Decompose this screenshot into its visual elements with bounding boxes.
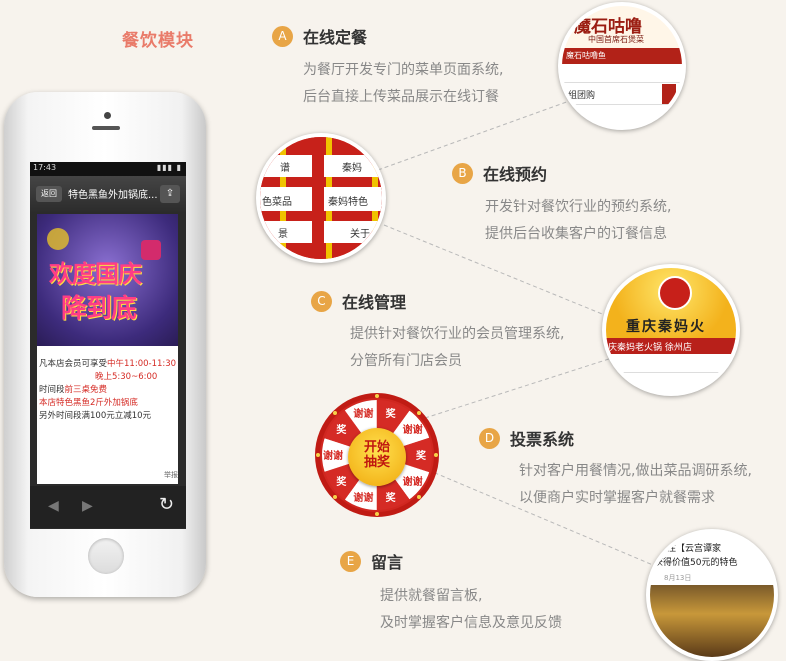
promo-text-line: 时间段前三桌免费 xyxy=(39,385,108,395)
bubble-e-line1: 关注【云宫谭家 xyxy=(658,544,722,554)
home-button[interactable] xyxy=(88,538,124,574)
bubble-e-line2: 获得价值50元的特色 xyxy=(654,558,738,568)
promo-text-line: 另外时间段满100元立减10元 xyxy=(39,411,152,421)
bubble-b-cell-5: 景 xyxy=(278,229,288,240)
feature-b-badge: B xyxy=(452,162,473,184)
share-icon[interactable]: ⇪ xyxy=(160,185,180,203)
bubble-e-date: 8月13日 xyxy=(664,574,692,582)
bubble-b-cell-6: 关于 xyxy=(350,229,370,240)
wheel-slice-label: 谢谢 xyxy=(403,423,423,436)
bubble-c-brand: 重庆秦妈火 xyxy=(626,319,706,335)
feature-c-desc-1: 提供针对餐饮行业的会员管理系统, xyxy=(350,326,565,342)
phone-nav-bar: 返回 特色黑鱼外加锅底... ⇪ xyxy=(30,176,186,212)
feature-a-badge: A xyxy=(272,25,293,47)
bubble-a-subtitle: 中国首席石煲菜 xyxy=(588,35,644,44)
report-link[interactable]: 举报 xyxy=(164,470,178,480)
feature-e-desc-1: 提供就餐留言板, xyxy=(380,588,483,604)
refresh-icon[interactable]: ↻ xyxy=(159,494,174,515)
brand-logo-icon xyxy=(658,276,692,310)
back-button[interactable]: 返回 xyxy=(36,186,62,202)
feature-c-title: 在线管理 xyxy=(342,293,407,312)
feature-d-title: 投票系统 xyxy=(510,430,575,449)
phone-status-bar: 17:43 ▮▮▮ ▮ xyxy=(30,162,186,176)
bubble-c-bar: 庆秦妈老火锅 徐州店 xyxy=(608,343,692,353)
forward-arrow-icon[interactable]: ▶ xyxy=(82,498,93,514)
wheel-slice-label: 谢谢 xyxy=(353,491,373,504)
feature-e: E 留言 提供就餐留言板, 及时掌握客户信息及意见反馈 xyxy=(340,549,562,637)
nav-title: 特色黑鱼外加锅底... xyxy=(68,190,158,201)
balloon-icon xyxy=(47,228,69,250)
bubble-online-reservation: 谱 秦妈 色菜品 秦妈特色 景 关于 xyxy=(256,133,386,263)
gift-icon xyxy=(141,240,161,260)
bubble-b-cell-4: 秦妈特色 xyxy=(328,197,368,208)
feature-a-desc-1: 为餐厅开发专门的菜单页面系统, xyxy=(303,62,504,78)
feature-b-desc-1: 开发针对餐饮行业的预约系统, xyxy=(485,199,672,215)
phone-speaker xyxy=(92,126,120,130)
promo-banner: 欢度国庆 降到底 xyxy=(37,214,178,346)
status-icons: ▮▮▮ ▮ xyxy=(156,163,182,172)
feature-b: B 在线预约 开发针对餐饮行业的预约系统, 提供后台收集客户的订餐信息 xyxy=(452,161,671,248)
lottery-wheel[interactable]: 奖谢谢奖谢谢奖谢谢奖谢谢奖谢谢 开始 抽奖 xyxy=(314,392,440,518)
feature-e-title: 留言 xyxy=(371,553,404,572)
feature-e-badge: E xyxy=(340,550,361,572)
wheel-slice-label: 谢谢 xyxy=(403,475,423,488)
feature-a: A 在线定餐 为餐厅开发专门的菜单页面系统, 后台直接上传菜品展示在线订餐 xyxy=(272,24,503,111)
bubble-online-ordering: 魔石咕噜 中国首席石煲菜 魔石咕噜鱼 组团购 xyxy=(558,2,686,130)
promo-text-line: 本店特色黑鱼2斤外加锅底 xyxy=(39,398,138,408)
back-arrow-icon[interactable]: ◀ xyxy=(48,498,59,514)
phone-camera xyxy=(104,112,111,119)
wheel-slice-label: 奖 xyxy=(336,423,347,436)
restaurant-photo xyxy=(650,585,774,657)
status-time: 17:43 xyxy=(33,163,57,172)
feature-d-badge: D xyxy=(479,427,500,449)
feature-d: D 投票系统 针对客户用餐情况,做出菜品调研系统, 以便商户实时掌握客户就餐需求 xyxy=(479,426,752,512)
wheel-start-button[interactable]: 开始 抽奖 xyxy=(348,428,406,486)
promo-text-line: 晚上5:30~6:00 xyxy=(95,372,158,382)
promo-text-line: 凡本店会员可享受中午11:00-11:30 xyxy=(39,359,177,369)
feature-a-desc-2: 后台直接上传菜品展示在线订餐 xyxy=(303,89,499,105)
wheel-slice-label: 奖 xyxy=(386,407,397,420)
feature-c-desc-2: 分管所有门店会员 xyxy=(350,353,462,369)
wheel-slice-label: 谢谢 xyxy=(323,449,343,462)
feature-b-desc-2: 提供后台收集客户的订餐信息 xyxy=(485,226,667,242)
bubble-message-board: 关注【云宫谭家 获得价值50元的特色 8月13日 xyxy=(646,529,778,661)
wheel-slice-label: 奖 xyxy=(386,491,397,504)
wheel-slice-label: 谢谢 xyxy=(353,407,373,420)
bubble-a-tag: 魔石咕噜鱼 xyxy=(566,51,606,60)
bubble-b-cell-2: 秦妈 xyxy=(342,163,362,174)
feature-b-title: 在线预约 xyxy=(483,165,548,184)
promo-line1: 欢度国庆 xyxy=(49,260,142,288)
bubble-online-management: 重庆秦妈火 庆秦妈老火锅 徐州店 xyxy=(602,264,740,396)
wheel-start-line2: 抽奖 xyxy=(363,455,390,470)
bubble-b-cell-1: 谱 xyxy=(280,163,290,174)
feature-d-desc-2: 以便商户实时掌握客户就餐需求 xyxy=(519,490,715,506)
feature-a-title: 在线定餐 xyxy=(303,28,368,47)
phone-bottom-bar: ◀ ▶ ↻ xyxy=(30,486,186,528)
feature-c: C 在线管理 提供针对餐饮行业的会员管理系统, 分管所有门店会员 xyxy=(311,289,564,375)
bubble-b-cell-3: 色菜品 xyxy=(262,197,292,208)
wheel-slice-label: 奖 xyxy=(416,449,427,462)
wheel-slice-label: 奖 xyxy=(336,475,347,488)
wheel-start-line1: 开始 xyxy=(363,440,390,455)
promo-text-block: 凡本店会员可享受中午11:00-11:30 晚上5:30~6:00 时间段前三桌… xyxy=(39,358,177,423)
feature-c-badge: C xyxy=(311,290,332,312)
bubble-a-link: 组团购 xyxy=(568,91,596,101)
feature-d-desc-1: 针对客户用餐情况,做出菜品调研系统, xyxy=(519,463,752,479)
feature-e-desc-2: 及时掌握客户信息及意见反馈 xyxy=(380,615,562,631)
promo-line2: 降到底 xyxy=(61,294,137,324)
